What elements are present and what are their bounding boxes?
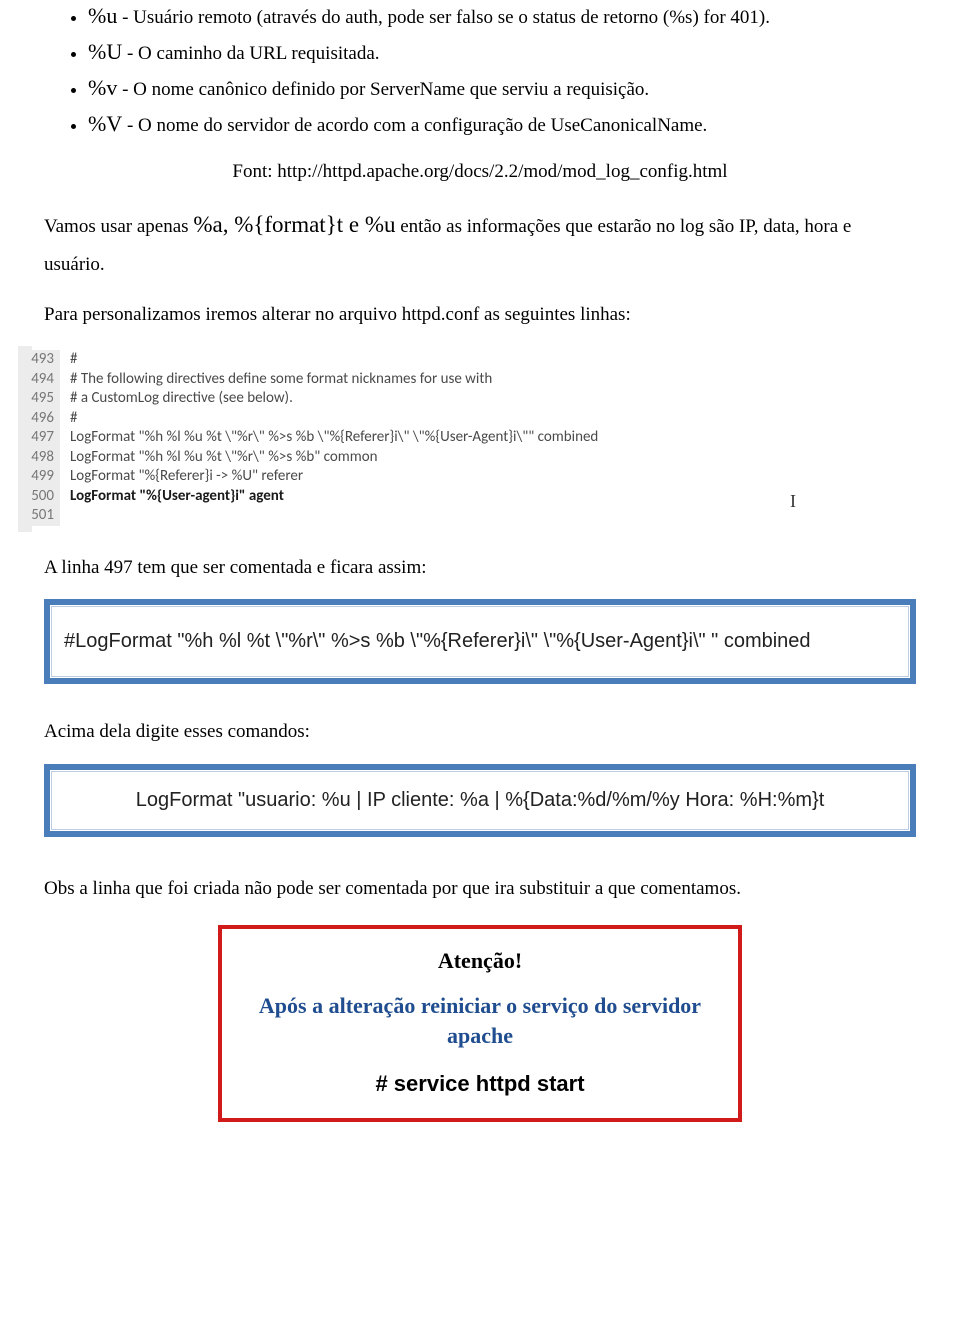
- format-desc: - O nome canônico definido por ServerNam…: [117, 79, 649, 100]
- code-line: LogFormat "%h %l %u %t \"%r\" %>s %b" co…: [60, 448, 378, 468]
- paragraph-usage: Vamos usar apenas %a, %{format}t e %u en…: [44, 203, 916, 283]
- code-line: #: [60, 409, 77, 429]
- line-number: 499: [18, 467, 60, 487]
- code-row: 495# a CustomLog directive (see below).: [32, 389, 908, 409]
- format-code: %u: [88, 3, 117, 28]
- code-line: LogFormat "%{Referer}i -> %U" referer: [60, 467, 303, 487]
- paragraph-above-cmds: Acima dela digite esses comandos:: [44, 718, 916, 746]
- line-number: 494: [18, 370, 60, 390]
- code-row: 498LogFormat "%h %l %u %t \"%r\" %>s %b"…: [32, 448, 908, 468]
- warning-text: Após a alteração reiniciar o serviço do …: [240, 991, 720, 1050]
- format-var-list: %u - Usuário remoto (através do auth, po…: [44, 0, 916, 140]
- format-code: %v: [88, 75, 117, 100]
- format-code: %U: [88, 39, 122, 64]
- line-number: 493: [18, 350, 60, 370]
- list-item: %u - Usuário remoto (através do auth, po…: [88, 0, 916, 32]
- line-number: 501: [18, 506, 60, 526]
- format-code: %V: [88, 111, 122, 136]
- line-number: 495: [18, 389, 60, 409]
- text: Vamos usar apenas: [44, 216, 193, 237]
- code-line: #: [60, 350, 77, 370]
- paragraph-instruction: Para personalizamos iremos alterar no ar…: [44, 301, 916, 329]
- code-text: #LogFormat "%h %l %t \"%r\" %>s %b \"%{R…: [64, 630, 811, 652]
- code-row: 501: [32, 506, 908, 526]
- code-line: LogFormat "%h %l %u %t \"%r\" %>s %b \"%…: [60, 428, 598, 448]
- list-item: %V - O nome do servidor de acordo com a …: [88, 108, 916, 140]
- warning-box: Atenção! Após a alteração reiniciar o se…: [218, 925, 742, 1122]
- list-item: %U - O caminho da URL requisitada.: [88, 36, 916, 68]
- line-number: 498: [18, 448, 60, 468]
- line-number: 496: [18, 409, 60, 429]
- code-row: 499LogFormat "%{Referer}i -> %U" referer: [32, 467, 908, 487]
- format-desc: - O nome do servidor de acordo com a con…: [122, 115, 707, 136]
- code-row: 494# The following directives define som…: [32, 370, 908, 390]
- code-snippet: 493#494# The following directives define…: [18, 346, 916, 532]
- code-row: 496#: [32, 409, 908, 429]
- source-citation: Font: http://httpd.apache.org/docs/2.2/m…: [44, 158, 916, 186]
- format-desc: - O caminho da URL requisitada.: [122, 43, 379, 64]
- paragraph-comment-line: A linha 497 tem que ser comentada e fica…: [44, 554, 916, 582]
- line-number: 500: [18, 487, 60, 507]
- code-row: 497LogFormat "%h %l %u %t \"%r\" %>s %b …: [32, 428, 908, 448]
- text-cursor-icon: I: [790, 488, 796, 514]
- warning-command: # service httpd start: [240, 1068, 720, 1100]
- code-row: 493#: [32, 350, 908, 370]
- format-vars-highlight: %a, %{format}t e %u: [193, 212, 395, 237]
- paragraph-obs: Obs a linha que foi criada não pode ser …: [44, 871, 916, 907]
- warning-title: Atenção!: [240, 945, 720, 977]
- line-number: 497: [18, 428, 60, 448]
- callout-box-new-logformat: LogFormat "usuario: %u | IP cliente: %a …: [44, 764, 916, 837]
- list-item: %v - O nome canônico definido por Server…: [88, 72, 916, 104]
- code-line: # a CustomLog directive (see below).: [60, 389, 293, 409]
- code-line: # The following directives define some f…: [60, 370, 492, 390]
- code-row: 500LogFormat "%{User-agent}i" agent: [32, 487, 908, 507]
- format-desc: - Usuário remoto (através do auth, pode …: [117, 7, 770, 28]
- code-line: LogFormat "%{User-agent}i" agent: [60, 487, 284, 507]
- callout-box-commented-line: #LogFormat "%h %l %t \"%r\" %>s %b \"%{R…: [44, 599, 916, 684]
- code-text: LogFormat "usuario: %u | IP cliente: %a …: [136, 789, 825, 811]
